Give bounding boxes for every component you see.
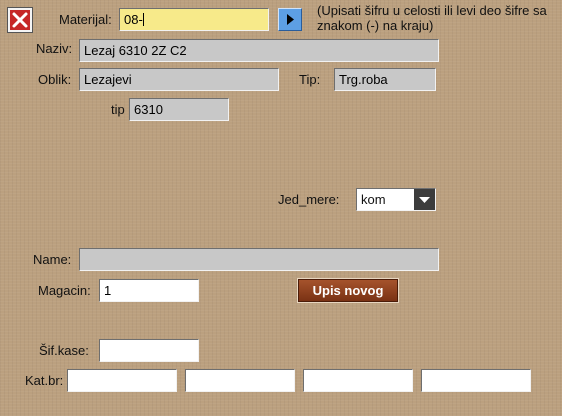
naziv-field[interactable]: Lezaj 6310 2Z C2	[79, 39, 439, 62]
oblik-label: Oblik:	[38, 72, 72, 87]
jed-mere-select[interactable]: kom	[356, 188, 436, 211]
close-icon	[12, 12, 28, 28]
materijal-value: 08-	[124, 12, 143, 27]
kat-br-input-2[interactable]	[185, 369, 295, 392]
dropdown-button[interactable]	[414, 189, 435, 210]
tip-field[interactable]: Trg.roba	[334, 68, 436, 91]
tip2-field[interactable]: 6310	[129, 98, 229, 121]
jed-mere-value: kom	[361, 192, 386, 207]
kat-br-input-1[interactable]	[67, 369, 177, 392]
tip2-label: tip	[111, 102, 125, 117]
kat-br-input-3[interactable]	[303, 369, 413, 392]
magacin-input[interactable]: 1	[99, 279, 199, 302]
naziv-label: Naziv:	[36, 41, 73, 56]
kat-br-label: Kat.br:	[25, 373, 64, 388]
input-hint-note: (Upisati šifru u celosti ili levi deo ši…	[317, 3, 547, 33]
close-button[interactable]	[7, 7, 33, 33]
sif-kase-input[interactable]	[99, 339, 199, 362]
jed-mere-label: Jed_mere:	[278, 192, 340, 207]
magacin-label: Magacin:	[38, 283, 91, 298]
sif-kase-label: Šif.kase:	[39, 343, 89, 358]
kat-br-input-4[interactable]	[421, 369, 531, 392]
text-caret	[142, 13, 144, 26]
name-field[interactable]	[79, 248, 439, 271]
materijal-label: Materijal:	[59, 12, 112, 27]
oblik-field[interactable]: Lezajevi	[79, 68, 279, 91]
tip-label: Tip:	[299, 72, 321, 87]
name-label: Name:	[33, 252, 72, 267]
chevron-down-icon	[419, 197, 430, 203]
play-arrow-icon	[287, 14, 294, 25]
materijal-input[interactable]: 08-	[119, 8, 269, 31]
upis-novog-button[interactable]: Upis novog	[297, 278, 399, 303]
lookup-button[interactable]	[278, 8, 302, 31]
